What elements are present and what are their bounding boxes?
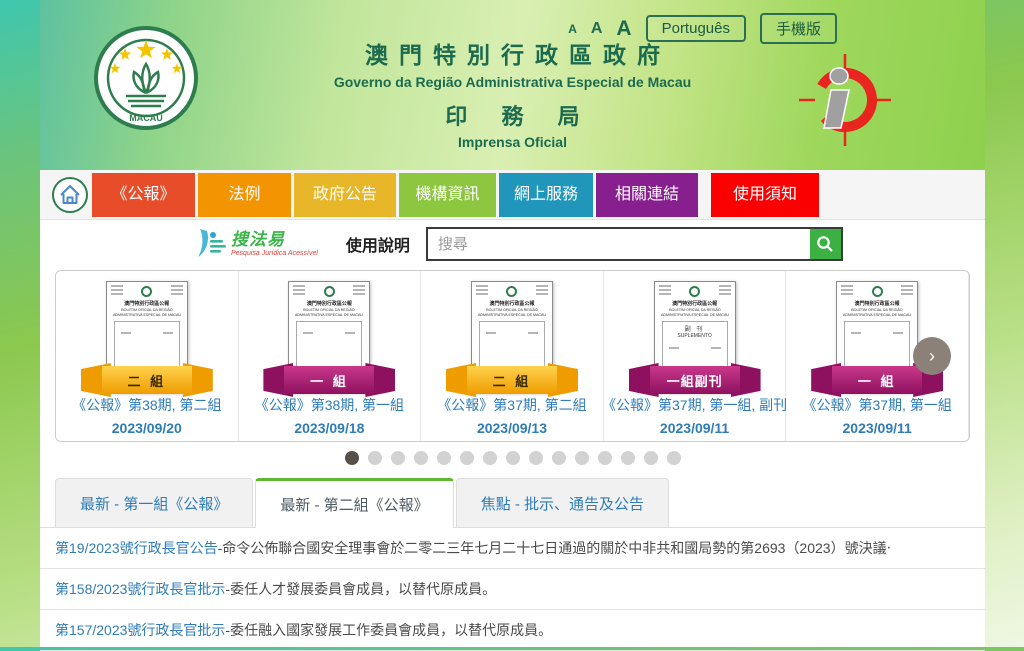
group-ribbon: 二 組 <box>446 363 578 397</box>
gazette-date: 2023/09/11 <box>660 420 729 436</box>
gazette-item-3[interactable]: 澳門特別行政區公報 BOLETIM OFICIAL DA REGIÃO ADMI… <box>421 271 604 441</box>
mobile-version-button[interactable]: 手機版 <box>760 13 837 44</box>
cover-emblem-icon <box>689 286 700 297</box>
carousel-next-button[interactable]: › <box>913 337 951 375</box>
gazette-item-2[interactable]: 澳門特別行政區公報 BOLETIM OFICIAL DA REGIÃO ADMI… <box>239 271 422 441</box>
legal-search-logo-subtext: Pesquisa Jurídica Acessível <box>231 250 318 257</box>
gazette-date: 2023/09/18 <box>294 420 364 436</box>
carousel-dot-13[interactable] <box>621 451 635 465</box>
portuguese-language-button[interactable]: Português <box>646 15 746 42</box>
gazette-item-1[interactable]: 澳門特別行政區公報 BOLETIM OFICIAL DA REGIÃO ADMI… <box>56 271 239 441</box>
tab-series1-gazette[interactable]: 最新 - 第一組《公報》 <box>55 478 253 527</box>
cover-emblem-icon <box>141 286 152 297</box>
legal-search-logo-icon <box>195 228 229 260</box>
home-button[interactable] <box>48 173 92 217</box>
document-summary: 命令公佈聯合國安全理事會於二零二三年七月二十七日通過的關於中非共和國局勢的第26… <box>222 538 891 558</box>
carousel-dot-15[interactable] <box>667 451 681 465</box>
imprensa-oficial-logo <box>797 52 893 153</box>
carousel-dot-12[interactable] <box>598 451 612 465</box>
carousel-dot-10[interactable] <box>552 451 566 465</box>
nav-item-gov-notices[interactable]: 政府公告 <box>294 173 396 217</box>
carousel-dot-8[interactable] <box>506 451 520 465</box>
legal-search-logo-text: 搜法易 <box>231 231 318 248</box>
document-link[interactable]: 第158/2023號行政長官批示 <box>55 579 225 599</box>
carousel-dot-1[interactable] <box>345 451 359 465</box>
carousel-dot-6[interactable] <box>460 451 474 465</box>
carousel-dot-14[interactable] <box>644 451 658 465</box>
group-ribbon: 一 組 <box>263 363 395 397</box>
gazette-title-link[interactable]: 《公報》第38期, 第一組 <box>255 395 404 415</box>
gazette-item-4[interactable]: 澳門特別行政區公報 BOLETIM OFICIAL DA REGIÃO ADMI… <box>604 271 787 441</box>
carousel-dot-7[interactable] <box>483 451 497 465</box>
gazette-date: 2023/09/13 <box>477 420 547 436</box>
search-input[interactable] <box>428 229 810 259</box>
cover-emblem-icon <box>872 286 883 297</box>
news-tabs: 最新 - 第一組《公報》 最新 - 第二組《公報》 焦點 - 批示、通告及公告 <box>40 478 985 528</box>
gazette-date: 2023/09/11 <box>843 420 912 436</box>
gazette-news-list: 第19/2023號行政長官公告 - 命令公佈聯合國安全理事會於二零二三年七月二十… <box>40 528 985 651</box>
search-row: 搜法易 Pesquisa Jurídica Acessível 使用說明 <box>40 220 985 268</box>
main-navigation: 《公報》 法例 政府公告 機構資訊 網上服務 相關連結 使用須知 <box>40 170 985 220</box>
carousel-dot-2[interactable] <box>368 451 382 465</box>
cover-emblem-icon <box>506 286 517 297</box>
header-controls: A A A Português 手機版 <box>568 13 837 44</box>
cover-emblem-icon <box>324 286 335 297</box>
carousel-dot-4[interactable] <box>414 451 428 465</box>
carousel-dot-11[interactable] <box>575 451 589 465</box>
gazette-date: 2023/09/20 <box>112 420 182 436</box>
gazette-title-link[interactable]: 《公報》第38期, 第二組 <box>72 395 221 415</box>
nav-item-gazette[interactable]: 《公報》 <box>92 173 195 217</box>
font-size-small-button[interactable]: A <box>568 22 577 36</box>
carousel-dot-5[interactable] <box>437 451 451 465</box>
carousel-dot-3[interactable] <box>391 451 405 465</box>
nav-item-online-services[interactable]: 網上服務 <box>499 173 593 217</box>
font-size-large-button[interactable]: A <box>616 17 631 41</box>
list-item[interactable]: 第158/2023號行政長官批示 - 委任人才發展委員會成員，以替代原成員。 <box>40 569 985 610</box>
document-summary: 委任融入國家發展工作委員會成員，以替代原成員。 <box>230 620 552 640</box>
site-header: MACAU 澳門特別行政區政府 Governo da Região Admini… <box>40 0 985 170</box>
tab-highlights[interactable]: 焦點 - 批示、通告及公告 <box>456 478 669 527</box>
gazette-title-link[interactable]: 《公報》第37期, 第一組 <box>802 395 951 415</box>
usage-instructions-link[interactable]: 使用說明 <box>346 232 410 256</box>
nav-item-related-links[interactable]: 相關連結 <box>596 173 698 217</box>
search-icon <box>816 235 834 253</box>
group-ribbon: 一組副刊 <box>629 363 761 397</box>
carousel-pagination <box>40 451 985 465</box>
legal-search-logo[interactable]: 搜法易 Pesquisa Jurídica Acessível <box>195 228 318 260</box>
chevron-right-icon: › <box>929 346 935 367</box>
gazette-cover: 澳門特別行政區公報 BOLETIM OFICIAL DA REGIÃO ADMI… <box>836 281 918 385</box>
gazette-cover: 澳門特別行政區公報 BOLETIM OFICIAL DA REGIÃO ADMI… <box>106 281 188 385</box>
font-size-medium-button[interactable]: A <box>591 20 603 38</box>
nav-item-about[interactable]: 機構資訊 <box>399 173 496 217</box>
carousel-dot-9[interactable] <box>529 451 543 465</box>
list-item[interactable]: 第19/2023號行政長官公告 - 命令公佈聯合國安全理事會於二零二三年七月二十… <box>40 528 985 569</box>
gazette-title-link[interactable]: 《公報》第37期, 第二組 <box>437 395 586 415</box>
list-item[interactable]: 第157/2023號行政長官批示 - 委任融入國家發展工作委員會成員，以替代原成… <box>40 610 985 651</box>
document-summary: 委任人才發展委員會成員，以替代原成員。 <box>230 579 496 599</box>
search-box <box>426 227 843 261</box>
document-link[interactable]: 第157/2023號行政長官批示 <box>55 620 225 640</box>
main-content-area: MACAU 澳門特別行政區政府 Governo da Região Admini… <box>40 0 985 647</box>
document-link[interactable]: 第19/2023號行政長官公告 <box>55 538 218 558</box>
gazette-carousel: 澳門特別行政區公報 BOLETIM OFICIAL DA REGIÃO ADMI… <box>55 270 970 442</box>
search-button[interactable] <box>810 229 841 259</box>
nav-item-legislation[interactable]: 法例 <box>198 173 291 217</box>
home-icon <box>51 176 89 214</box>
tab-series2-gazette[interactable]: 最新 - 第二組《公報》 <box>255 478 453 528</box>
group-ribbon: 二 組 <box>81 363 213 397</box>
gazette-cover: 澳門特別行政區公報 BOLETIM OFICIAL DA REGIÃO ADMI… <box>288 281 370 385</box>
nav-item-usage-notes[interactable]: 使用須知 <box>711 173 819 217</box>
gazette-cover: 澳門特別行政區公報 BOLETIM OFICIAL DA REGIÃO ADMI… <box>471 281 553 385</box>
gazette-title-link[interactable]: 《公報》第37期, 第一組, 副刊 <box>602 395 787 415</box>
gazette-cover: 澳門特別行政區公報 BOLETIM OFICIAL DA REGIÃO ADMI… <box>654 281 736 385</box>
